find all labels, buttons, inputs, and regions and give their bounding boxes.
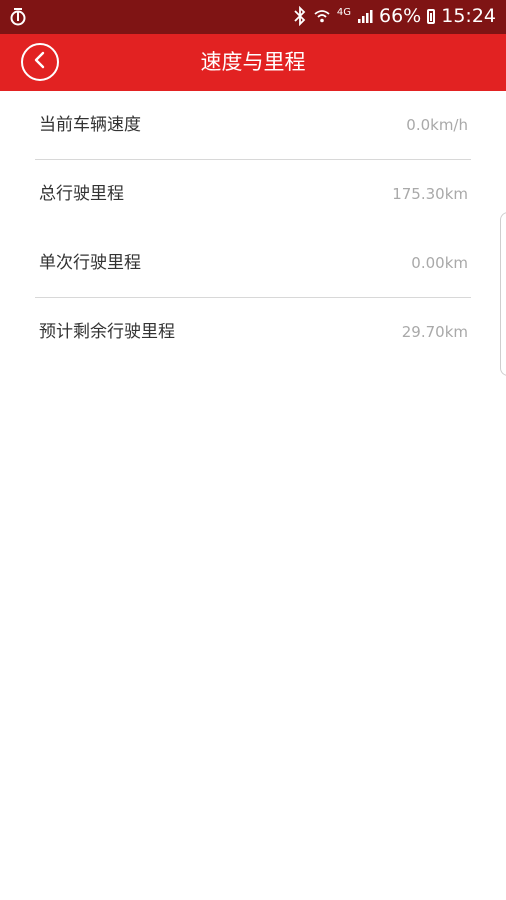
chevron-left-icon xyxy=(33,50,47,74)
netease-icon xyxy=(8,7,28,32)
wifi-icon xyxy=(313,7,331,25)
list-item-label: 预计剩余行驶里程 xyxy=(39,322,175,342)
app-bar: 速度与里程 xyxy=(0,34,506,91)
bluetooth-icon xyxy=(293,6,307,26)
signal-icon xyxy=(357,8,373,24)
list-item-total-mileage[interactable]: 总行驶里程 175.30km xyxy=(0,160,506,229)
list-item-label: 总行驶里程 xyxy=(39,184,124,204)
list-item-remaining-range[interactable]: 预计剩余行驶里程 29.70km xyxy=(0,298,506,367)
list-item-current-speed[interactable]: 当前车辆速度 0.0km/h xyxy=(0,91,506,160)
list-item-value: 29.70km xyxy=(401,323,468,341)
list-item-label: 当前车辆速度 xyxy=(39,115,141,135)
page-title: 速度与里程 xyxy=(200,50,306,74)
list-item-label: 单次行驶里程 xyxy=(39,253,141,273)
status-bar: 4G 66% 15:24 xyxy=(0,0,506,34)
clock-time: 15:24 xyxy=(441,5,496,27)
metrics-list: 当前车辆速度 0.0km/h 总行驶里程 175.30km 单次行驶里程 0.0… xyxy=(0,91,506,367)
battery-icon xyxy=(427,8,436,24)
list-item-value: 0.00km xyxy=(411,254,468,272)
list-item-value: 175.30km xyxy=(392,185,468,203)
edge-panel-handle[interactable] xyxy=(500,212,506,376)
list-item-value: 0.0km/h xyxy=(406,116,468,134)
list-item-trip-mileage[interactable]: 单次行驶里程 0.00km xyxy=(0,229,506,298)
battery-percent: 66% xyxy=(379,5,422,27)
network-type-label: 4G xyxy=(336,6,351,18)
back-button[interactable] xyxy=(21,43,59,81)
